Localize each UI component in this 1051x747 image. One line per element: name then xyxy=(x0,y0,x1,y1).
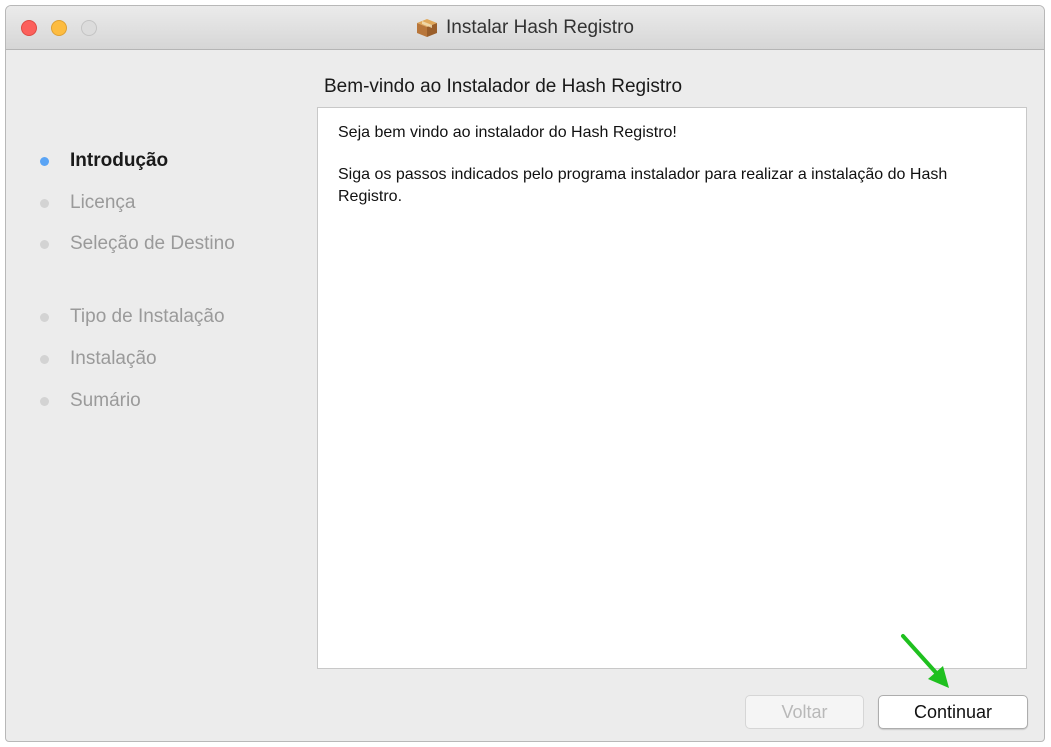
step-tipo-instalacao: Tipo de Instalação xyxy=(40,304,225,330)
step-instalacao: Instalação xyxy=(40,346,157,372)
step-indicator xyxy=(40,156,49,166)
window-title-group: Instalar Hash Registro xyxy=(6,6,1044,50)
window-title: Instalar Hash Registro xyxy=(446,17,634,38)
step-label: Seleção de Destino xyxy=(70,233,235,254)
installer-window: Instalar Hash Registro Introdução Licenç… xyxy=(5,5,1045,742)
page-heading: Bem-vindo ao Instalador de Hash Registro xyxy=(324,76,683,97)
step-indicator xyxy=(40,312,49,322)
step-label: Licença xyxy=(70,192,136,213)
step-label: Sumário xyxy=(70,390,141,411)
back-button: Voltar xyxy=(745,695,864,729)
step-indicator xyxy=(40,354,49,364)
step-indicator xyxy=(40,396,49,406)
step-licenca: Licença xyxy=(40,190,136,216)
content-panel[interactable]: Seja bem vindo ao instalador do Hash Reg… xyxy=(317,107,1027,669)
step-indicator xyxy=(40,239,49,249)
step-introducao: Introdução xyxy=(40,148,168,174)
instructions-text: Siga os passos indicados pelo programa i… xyxy=(338,166,948,205)
annotation-arrow-icon xyxy=(901,634,949,688)
step-selecao-destino: Seleção de Destino xyxy=(40,231,235,257)
step-label: Introdução xyxy=(70,150,169,171)
step-sumario: Sumário xyxy=(40,388,141,414)
title-bar: Instalar Hash Registro xyxy=(6,6,1044,50)
package-icon xyxy=(417,19,438,37)
step-label: Tipo de Instalação xyxy=(70,306,225,327)
step-indicator xyxy=(40,198,49,208)
welcome-text: Seja bem vindo ao instalador do Hash Reg… xyxy=(338,124,677,141)
continue-button[interactable]: Continuar xyxy=(878,695,1028,729)
step-label: Instalação xyxy=(70,348,157,369)
